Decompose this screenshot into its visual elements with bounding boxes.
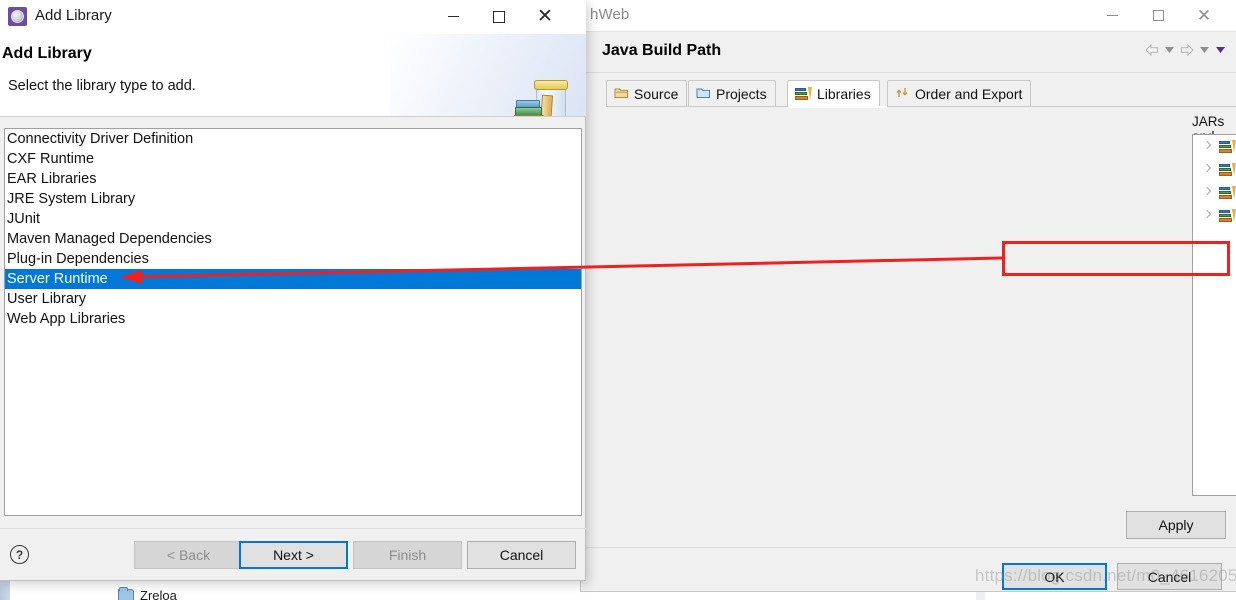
cancel-button[interactable]: Cancel <box>1117 563 1222 590</box>
tab-active-gap <box>788 106 887 108</box>
eclipse-wizard-icon <box>8 7 27 26</box>
jar-and-books-icon <box>514 76 576 116</box>
properties-page-header: Java Build Path <box>581 32 1236 73</box>
help-icon[interactable]: ? <box>10 545 29 564</box>
source-folder-icon <box>614 86 629 102</box>
view-menu-caret-icon[interactable] <box>1214 43 1227 57</box>
order-export-icon <box>895 86 910 102</box>
library-type-list[interactable]: Connectivity Driver Definition CXF Runti… <box>4 128 582 516</box>
library-icon <box>1219 185 1236 200</box>
minimize-icon[interactable] <box>1089 0 1135 31</box>
table-row[interactable]: Web App Libraries <box>1193 204 1236 227</box>
libraries-books-icon <box>795 87 812 101</box>
build-path-tabs: Source Projects Libraries Order and Expo… <box>606 80 1236 107</box>
apply-button[interactable]: Apply <box>1126 511 1226 539</box>
workbench-tree-item-label: Zreloa <box>140 588 177 600</box>
list-item[interactable]: CXF Runtime <box>5 149 581 169</box>
tab-label: Libraries <box>817 86 871 102</box>
add-library-titlebar[interactable]: Add Library ✕ <box>0 0 586 34</box>
wizard-banner: Add Library Select the library type to a… <box>0 34 586 117</box>
back-arrow-icon[interactable] <box>1144 43 1160 57</box>
properties-titlebar[interactable]: hWeb ✕ <box>581 0 1236 32</box>
list-item-selected[interactable]: Server Runtime <box>5 269 581 289</box>
add-library-dialog: Add Library ✕ Add Library Select the lib… <box>0 0 586 581</box>
chevron-right-icon[interactable] <box>1202 141 1213 152</box>
screenshot-root: Zreloa hWeb ✕ Java Build Path JARs Sourc… <box>0 0 1236 600</box>
next-button[interactable]: Next > <box>239 541 348 569</box>
chevron-right-icon[interactable] <box>1202 187 1213 198</box>
dialog-title: Add Library <box>35 7 112 24</box>
list-item[interactable]: EAR Libraries <box>5 169 581 189</box>
maximize-icon[interactable] <box>476 0 522 33</box>
maximize-icon[interactable] <box>1135 0 1181 31</box>
library-icon <box>1219 162 1236 177</box>
footer-divider <box>580 547 1236 548</box>
list-item[interactable]: Plug-in Dependencies <box>5 249 581 269</box>
list-item[interactable]: Web App Libraries <box>5 309 581 329</box>
table-row[interactable]: Maven Dependencies <box>1193 181 1236 204</box>
folder-icon <box>118 587 134 600</box>
back-button[interactable]: < Back <box>134 541 243 569</box>
build-path-tree[interactable]: EAR Libraries JRE System Library [JavaSE… <box>1192 134 1236 496</box>
properties-title-text: hWeb <box>590 6 630 23</box>
list-item[interactable]: JUnit <box>5 209 581 229</box>
tab-label: Order and Export <box>915 86 1023 102</box>
library-icon <box>1219 139 1236 154</box>
back-history-caret-icon[interactable] <box>1163 43 1176 57</box>
tab-label: Source <box>634 86 679 102</box>
tab-projects[interactable]: Projects <box>688 80 776 107</box>
close-icon[interactable]: ✕ <box>1181 0 1227 31</box>
chevron-right-icon[interactable] <box>1202 164 1213 175</box>
tab-source[interactable]: Source <box>606 80 688 107</box>
close-icon[interactable]: ✕ <box>522 0 568 33</box>
tab-label: Projects <box>716 86 767 102</box>
library-icon <box>1219 208 1236 223</box>
workbench-left-rail <box>0 578 10 600</box>
navigation-icons <box>1144 43 1227 57</box>
list-item[interactable]: User Library <box>5 289 581 309</box>
list-item[interactable]: JRE System Library <box>5 189 581 209</box>
cancel-button-wizard[interactable]: Cancel <box>467 541 576 569</box>
tab-order-and-export[interactable]: Order and Export <box>887 80 1032 107</box>
finish-button[interactable]: Finish <box>353 541 462 569</box>
wizard-footer-divider <box>0 528 586 529</box>
page-title: Java Build Path <box>602 42 722 59</box>
tab-libraries[interactable]: Libraries <box>787 80 880 107</box>
banner-title: Add Library <box>2 45 92 62</box>
projects-folder-icon <box>696 86 711 102</box>
minimize-icon[interactable] <box>430 0 476 33</box>
forward-arrow-icon[interactable] <box>1179 43 1195 57</box>
table-row[interactable]: JRE System Library [JavaSE-1.8] <box>1193 158 1236 181</box>
tab-underline <box>606 106 1236 107</box>
list-item[interactable]: Maven Managed Dependencies <box>5 229 581 249</box>
list-item[interactable]: Connectivity Driver Definition <box>5 129 581 149</box>
chevron-right-icon[interactable] <box>1202 210 1213 221</box>
forward-history-caret-icon[interactable] <box>1198 43 1211 57</box>
ok-button[interactable]: OK <box>1002 563 1107 590</box>
banner-subtitle: Select the library type to add. <box>8 78 196 94</box>
table-row[interactable]: EAR Libraries <box>1193 135 1236 158</box>
